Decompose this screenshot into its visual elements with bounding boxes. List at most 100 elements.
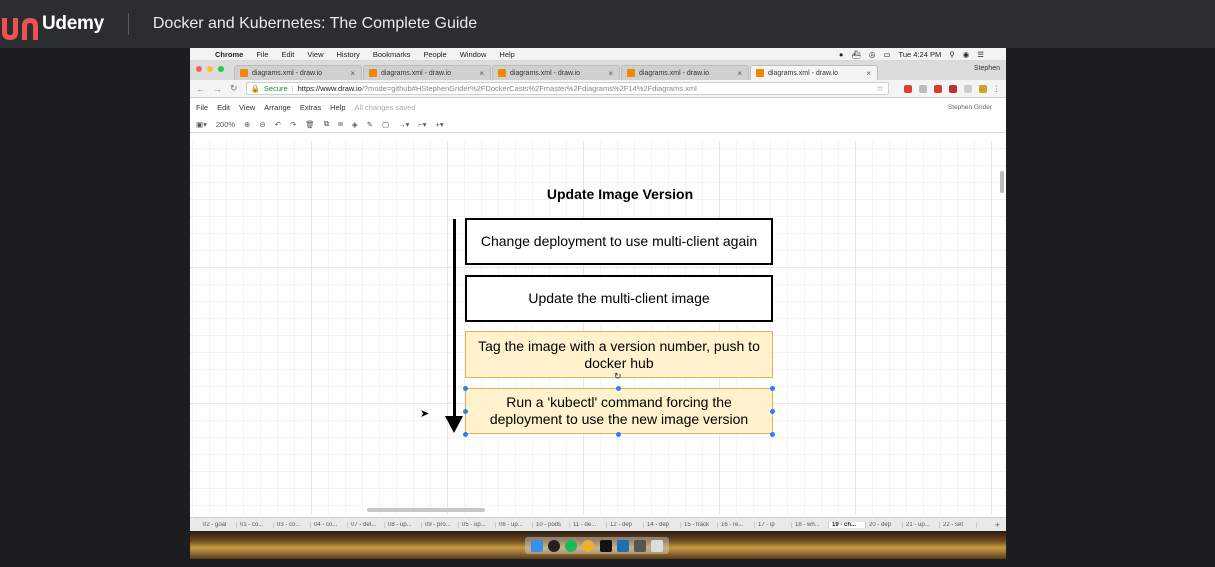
close-tab-icon[interactable]: × (866, 69, 871, 78)
extension-icon[interactable] (918, 84, 927, 93)
close-tab-icon[interactable]: × (479, 69, 484, 78)
resize-handle[interactable] (463, 432, 468, 437)
vertical-scrollbar[interactable] (1000, 171, 1004, 193)
drawio-menu-edit[interactable]: Edit (217, 103, 230, 112)
menu-people[interactable]: People (423, 50, 446, 59)
page-tab[interactable]: 21 - up... (903, 521, 940, 528)
horizontal-scrollbar[interactable] (367, 508, 485, 512)
menu-help[interactable]: Help (499, 50, 514, 59)
fill-color-icon[interactable]: ◈ (352, 120, 358, 129)
chrome-icon[interactable] (582, 539, 595, 552)
drawio-menu-arrange[interactable]: Arrange (264, 103, 291, 112)
page-tab[interactable]: 05 - up... (459, 521, 496, 528)
browser-tab[interactable]: diagrams.xml - draw.io × (492, 65, 620, 80)
minimize-window-icon[interactable] (207, 66, 213, 72)
insert-icon[interactable]: +▾ (436, 120, 444, 129)
forward-icon[interactable]: → (213, 84, 222, 94)
zoom-select[interactable]: 200% (216, 120, 235, 129)
drawio-menu-view[interactable]: View (239, 103, 255, 112)
diagram-title[interactable]: Update Image Version (530, 186, 710, 202)
zoom-out-icon[interactable]: ⊖ (259, 120, 265, 129)
undo-icon[interactable]: ↶ (275, 120, 281, 129)
drawio-menu-file[interactable]: File (196, 103, 208, 112)
chrome-profile-name[interactable]: Stephen (974, 65, 1000, 72)
trash-icon[interactable] (651, 539, 664, 552)
notification-list-icon[interactable]: ☰ (977, 50, 984, 59)
page-tab[interactable]: 20 - dep (866, 521, 903, 528)
page-tab[interactable]: 22 - set (940, 521, 977, 528)
siri-icon[interactable]: ◉ (963, 50, 970, 59)
close-tab-icon[interactable]: × (737, 69, 742, 78)
terminal-icon[interactable] (599, 539, 612, 552)
menu-bookmarks[interactable]: Bookmarks (373, 50, 411, 59)
waypoints-icon[interactable]: ⌐▾ (418, 120, 426, 129)
zoom-in-icon[interactable]: ⊕ (244, 120, 250, 129)
resize-handle[interactable] (616, 432, 621, 437)
browser-tab[interactable]: diagrams.xml - draw.io × (363, 65, 491, 80)
page-tab[interactable]: 12 - dep (607, 521, 644, 528)
flow-arrow[interactable] (453, 219, 456, 416)
add-page-icon[interactable]: + (992, 520, 1000, 530)
resize-handle[interactable] (463, 409, 468, 414)
to-back-icon[interactable]: ⧈ (338, 119, 343, 129)
extension-icon[interactable] (948, 84, 957, 93)
spotlight-icon[interactable]: ⚲ (949, 50, 955, 59)
bookmark-star-icon[interactable]: ☆ (877, 84, 884, 93)
step-box-1[interactable]: Change deployment to use multi-client ag… (465, 218, 773, 265)
page-tab[interactable]: 11 - de... (570, 521, 607, 528)
page-tab[interactable]: 10 - pods (533, 521, 570, 528)
course-title[interactable]: Docker and Kubernetes: The Complete Guid… (153, 15, 477, 33)
extension-icon[interactable] (963, 84, 972, 93)
extension-icon[interactable] (978, 84, 987, 93)
drawio-canvas[interactable]: Update Image Version Change deployment t… (190, 141, 1006, 514)
close-tab-icon[interactable]: × (608, 69, 613, 78)
to-front-icon[interactable]: ⧉ (324, 119, 329, 129)
close-window-icon[interactable] (196, 66, 202, 72)
page-tab[interactable]: 07 - det... (348, 521, 385, 528)
format-panel-icon[interactable]: ▣▾ (196, 120, 207, 129)
redo-icon[interactable]: ↷ (290, 120, 296, 129)
resize-handle[interactable] (770, 432, 775, 437)
page-tab[interactable]: 03 - co... (274, 521, 311, 528)
page-tab[interactable]: 17 - ip (755, 521, 792, 528)
screen-app-icon[interactable] (634, 539, 647, 552)
delete-icon[interactable]: 🗑 (305, 120, 315, 129)
menu-chrome[interactable]: Chrome (215, 50, 243, 59)
resize-handle[interactable] (770, 386, 775, 391)
page-tab[interactable]: 06 - up... (496, 521, 533, 528)
opera-extension-icon[interactable] (903, 84, 912, 93)
page-tab-active[interactable]: 19 - ch... (829, 521, 866, 528)
resize-handle[interactable] (770, 409, 775, 414)
chrome-menu-icon[interactable]: ⋮ (993, 84, 1001, 93)
page-tab[interactable]: 15 - track (681, 521, 718, 528)
menu-view[interactable]: View (307, 50, 323, 59)
close-tab-icon[interactable]: × (350, 69, 355, 78)
page-tab[interactable]: 14 - dep (644, 521, 681, 528)
reload-icon[interactable]: ↻ (230, 83, 238, 94)
page-tab[interactable]: 04 - co... (311, 521, 348, 528)
menu-file[interactable]: File (256, 50, 268, 59)
maximize-window-icon[interactable] (218, 66, 224, 72)
obs-icon[interactable] (547, 539, 560, 552)
url-field[interactable]: 🔒 Secure | https://www.draw.io /?mode=gi… (245, 82, 889, 95)
video-player[interactable]: Chrome File Edit View History Bookmarks … (0, 48, 1215, 567)
page-tab[interactable]: 09 - pro... (422, 521, 459, 528)
line-color-icon[interactable]: ✎ (367, 120, 373, 129)
page-tab[interactable]: 02 - goal (200, 521, 237, 528)
resize-handle[interactable] (463, 386, 468, 391)
page-tab[interactable]: 08 - up... (385, 521, 422, 528)
spotify-icon[interactable] (565, 539, 578, 552)
back-icon[interactable]: ← (196, 84, 205, 94)
vscode-icon[interactable] (616, 539, 629, 552)
drawio-menu-extras[interactable]: Extras (300, 103, 321, 112)
step-box-4-selected[interactable]: Run a 'kubectl' command forcing the depl… (465, 388, 773, 434)
menu-window[interactable]: Window (460, 50, 487, 59)
drawio-menu-help[interactable]: Help (330, 103, 345, 112)
browser-tab[interactable]: diagrams.xml - draw.io × (234, 65, 362, 80)
page-tab[interactable]: 16 - re... (718, 521, 755, 528)
shadow-icon[interactable]: ▢ (382, 120, 389, 129)
page-tab[interactable]: 18 - wh... (792, 521, 829, 528)
menu-edit[interactable]: Edit (281, 50, 294, 59)
resize-handle[interactable] (616, 386, 621, 391)
menu-history[interactable]: History (337, 50, 360, 59)
